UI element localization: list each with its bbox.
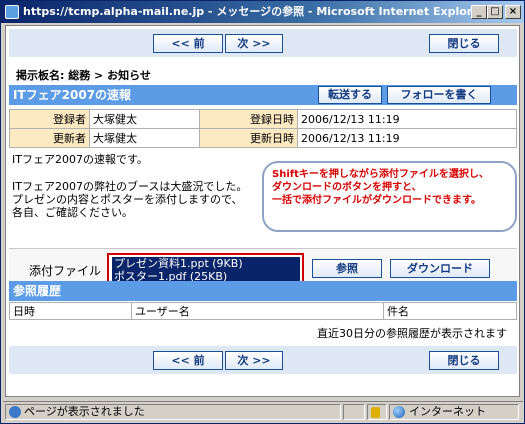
status-text: ページが表示されました <box>24 405 145 418</box>
history-table: 日時 ユーザー名 件名 <box>9 302 517 320</box>
message-body-line: 各自、ご確認ください。 <box>12 206 133 219</box>
updated-label: 更新日時 <box>199 128 298 148</box>
history-col-subject: 件名 <box>383 302 517 320</box>
history-title: 参照履歴 <box>13 284 62 298</box>
message-body-line: ITフェア2007の弊社のブースは大盛況でした。 <box>12 180 248 193</box>
prev-button[interactable]: << 前 <box>153 351 223 370</box>
view-button[interactable]: 参照 <box>312 259 382 278</box>
status-bar: ページが表示されました インターネット <box>3 401 523 421</box>
updated-value: 2006/12/13 11:19 <box>297 128 517 148</box>
status-text-cell: ページが表示されました <box>5 404 341 420</box>
history-title-bar: 参照履歴 <box>9 281 517 301</box>
attachments-label: 添付ファイル <box>29 264 102 278</box>
message-body-line: プレゼンの内容とポスターを添付しますので、 <box>12 193 243 206</box>
registered-label: 登録日時 <box>199 109 298 129</box>
history-col-user: ユーザー名 <box>131 302 384 320</box>
download-button[interactable]: ダウンロード <box>390 259 490 278</box>
callout-line: 一括で添付ファイルがダウンロードできます。 <box>272 195 481 206</box>
close-window-button[interactable]: × <box>505 5 521 19</box>
page-content: << 前 次 >> 閉じる 掲示板名: 総務 > お知らせ ITフェア2007の… <box>5 25 520 397</box>
browser-window: https://tcmp.alpha-mail.ne.jp - メッセージの参照… <box>0 0 525 424</box>
page-icon <box>9 406 21 418</box>
updater-value: 大塚健太 <box>89 128 200 148</box>
message-title: ITフェア2007の速報 <box>13 88 132 102</box>
lock-icon <box>371 406 380 418</box>
status-lock-cell <box>367 404 387 420</box>
maximize-button[interactable]: □ <box>487 5 503 19</box>
status-empty-cell <box>343 404 365 420</box>
status-zone: インターネット <box>409 405 486 418</box>
registrant-value: 大塚健太 <box>89 109 200 129</box>
history-note: 直近30日分の参照履歴が表示されます <box>317 327 507 340</box>
prev-button[interactable]: << 前 <box>153 34 223 53</box>
forward-button[interactable]: 転送する <box>318 86 382 104</box>
history-col-datetime: 日時 <box>9 302 132 320</box>
next-button[interactable]: 次 >> <box>225 34 283 53</box>
message-meta-table: 登録者 大塚健太 登録日時 2006/12/13 11:19 更新者 大塚健太 … <box>9 109 517 148</box>
close-button[interactable]: 閉じる <box>429 34 499 53</box>
message-body-line: ITフェア2007の速報です。 <box>12 153 148 166</box>
message-title-bar: ITフェア2007の速報 転送する フォローを書く <box>9 85 517 105</box>
top-navbar: << 前 次 >> 閉じる <box>9 29 517 57</box>
globe-icon <box>393 406 405 418</box>
next-button[interactable]: 次 >> <box>225 351 283 370</box>
registrant-label: 登録者 <box>9 109 90 129</box>
title-bar: https://tcmp.alpha-mail.ne.jp - メッセージの参照… <box>1 1 524 23</box>
follow-up-button[interactable]: フォローを書く <box>387 86 491 104</box>
callout-tooltip: Shiftキーを押しながら添付ファイルを選択し、 ダウンロードのボタンを押すと、… <box>262 161 517 232</box>
close-button[interactable]: 閉じる <box>429 351 499 370</box>
updater-label: 更新者 <box>9 128 90 148</box>
breadcrumb: 掲示板名: 総務 > お知らせ <box>16 69 151 82</box>
callout-line: Shiftキーを押しながら添付ファイルを選択し、 <box>272 169 489 180</box>
ie-icon <box>5 5 19 19</box>
window-title: https://tcmp.alpha-mail.ne.jp - メッセージの参照… <box>23 5 486 18</box>
status-zone-cell: インターネット <box>389 404 519 420</box>
bottom-navbar: << 前 次 >> 閉じる <box>9 346 517 374</box>
registered-value: 2006/12/13 11:19 <box>297 109 517 129</box>
attachment-item[interactable]: プレゼン資料1.ppt (9KB) <box>112 257 300 270</box>
minimize-button[interactable]: _ <box>471 5 487 19</box>
callout-line: ダウンロードのボタンを押すと、 <box>272 182 422 193</box>
